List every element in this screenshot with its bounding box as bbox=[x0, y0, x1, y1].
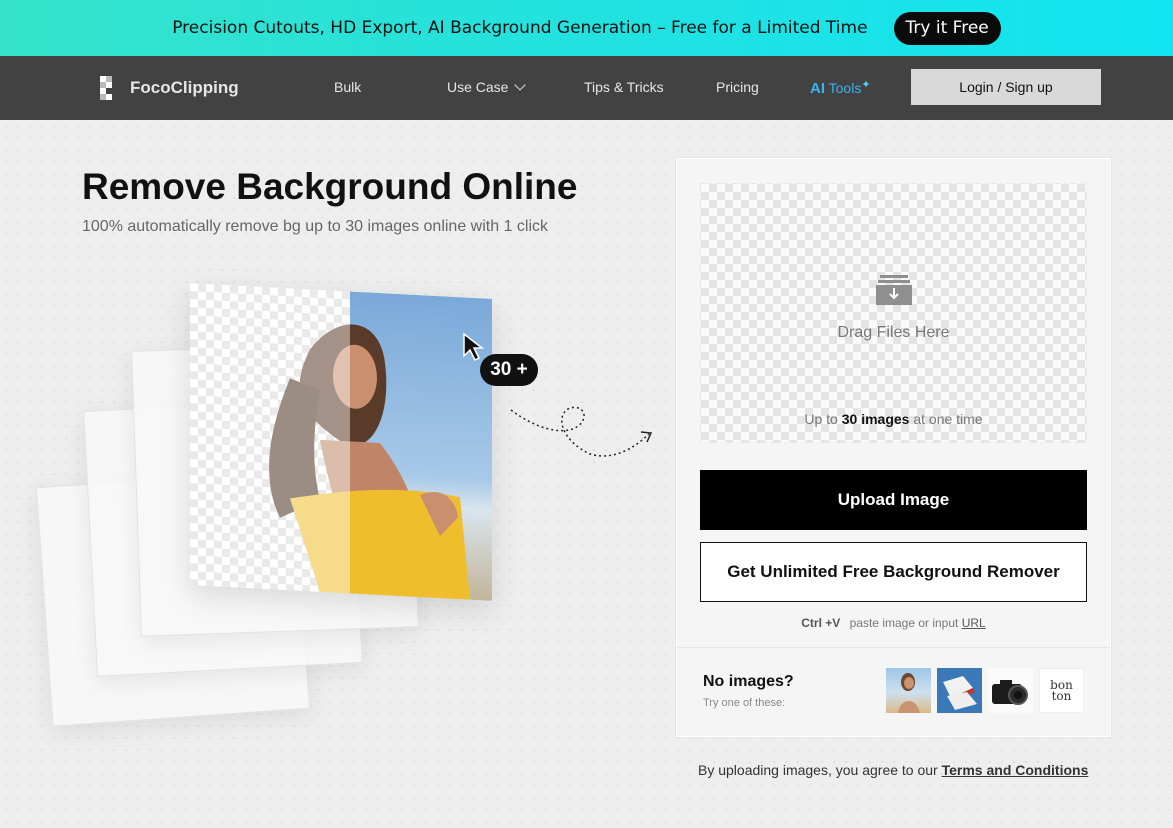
paste-shortcut: Ctrl +V bbox=[801, 616, 841, 630]
woman-figure bbox=[190, 283, 470, 600]
image-count-badge: 30 + bbox=[480, 354, 538, 386]
terms-notice: By uploading images, you agree to our Te… bbox=[698, 762, 1088, 778]
nav-pricing[interactable]: Pricing bbox=[716, 79, 759, 95]
paste-hint: Ctrl +V paste image or input URL bbox=[700, 616, 1087, 630]
nav-use-case-label: Use Case bbox=[447, 79, 509, 95]
sample-camera-thumb bbox=[992, 680, 1028, 705]
url-link[interactable]: URL bbox=[962, 616, 986, 630]
logo[interactable]: FocoClipping bbox=[100, 76, 239, 100]
panel-divider bbox=[677, 647, 1110, 648]
sample-image-shoes[interactable] bbox=[937, 668, 982, 713]
upload-limit: Up to 30 images at one time bbox=[700, 411, 1087, 427]
nav-ai-tools[interactable]: AI Tools✦ bbox=[810, 79, 871, 97]
upload-image-button[interactable]: Upload Image bbox=[700, 470, 1087, 530]
drag-files-label: Drag Files Here bbox=[837, 324, 950, 341]
nav-bulk[interactable]: Bulk bbox=[334, 79, 361, 95]
nav-use-case[interactable]: Use Case bbox=[447, 79, 527, 95]
promo-text: Precision Cutouts, HD Export, AI Backgro… bbox=[172, 18, 868, 38]
terms-link[interactable]: Terms and Conditions bbox=[942, 762, 1089, 778]
sparkle-icon: ✦ bbox=[861, 79, 871, 91]
upload-limit-suffix: at one time bbox=[913, 411, 983, 427]
no-images-title: No images? bbox=[703, 673, 794, 690]
paste-hint-text: paste image or input bbox=[849, 616, 959, 630]
drop-zone[interactable] bbox=[700, 183, 1087, 443]
upload-tray-icon bbox=[876, 275, 912, 305]
ai-tools-prefix: AI bbox=[810, 80, 825, 97]
sample-shoes-thumb bbox=[943, 676, 977, 710]
terms-prefix: By uploading images, you agree to our bbox=[698, 762, 938, 778]
upload-limit-count: 30 images bbox=[841, 411, 910, 427]
sample-image-logo[interactable]: bon ton bbox=[1039, 668, 1084, 713]
logo-icon bbox=[100, 76, 120, 100]
sample-woman-thumb bbox=[898, 673, 920, 713]
page-subtitle: 100% automatically remove bg up to 30 im… bbox=[82, 218, 549, 235]
sample-image-camera[interactable] bbox=[988, 668, 1033, 713]
unlimited-remover-button[interactable]: Get Unlimited Free Background Remover bbox=[700, 542, 1087, 602]
try-samples-hint: Try one of these: bbox=[703, 697, 786, 709]
top-nav: FocoClipping Bulk Use Case Tips & Tricks… bbox=[0, 56, 1173, 120]
sample-image-woman[interactable] bbox=[886, 668, 931, 713]
logo-text: FocoClipping bbox=[130, 78, 239, 97]
chevron-down-icon bbox=[514, 79, 527, 91]
dotted-arrow-icon bbox=[510, 406, 653, 457]
ai-tools-label: Tools bbox=[828, 80, 862, 96]
nav-tips-tricks[interactable]: Tips & Tricks bbox=[584, 79, 664, 95]
sample-photo-card bbox=[190, 283, 492, 601]
page-title: Remove Background Online bbox=[82, 166, 578, 207]
promo-banner: Precision Cutouts, HD Export, AI Backgro… bbox=[0, 0, 1173, 56]
try-free-button[interactable]: Try it Free bbox=[893, 11, 1001, 45]
upload-limit-prefix: Up to bbox=[804, 411, 838, 427]
sample-logo-text-bottom: ton bbox=[1051, 688, 1072, 703]
login-signup-button[interactable]: Login / Sign up bbox=[911, 69, 1101, 105]
